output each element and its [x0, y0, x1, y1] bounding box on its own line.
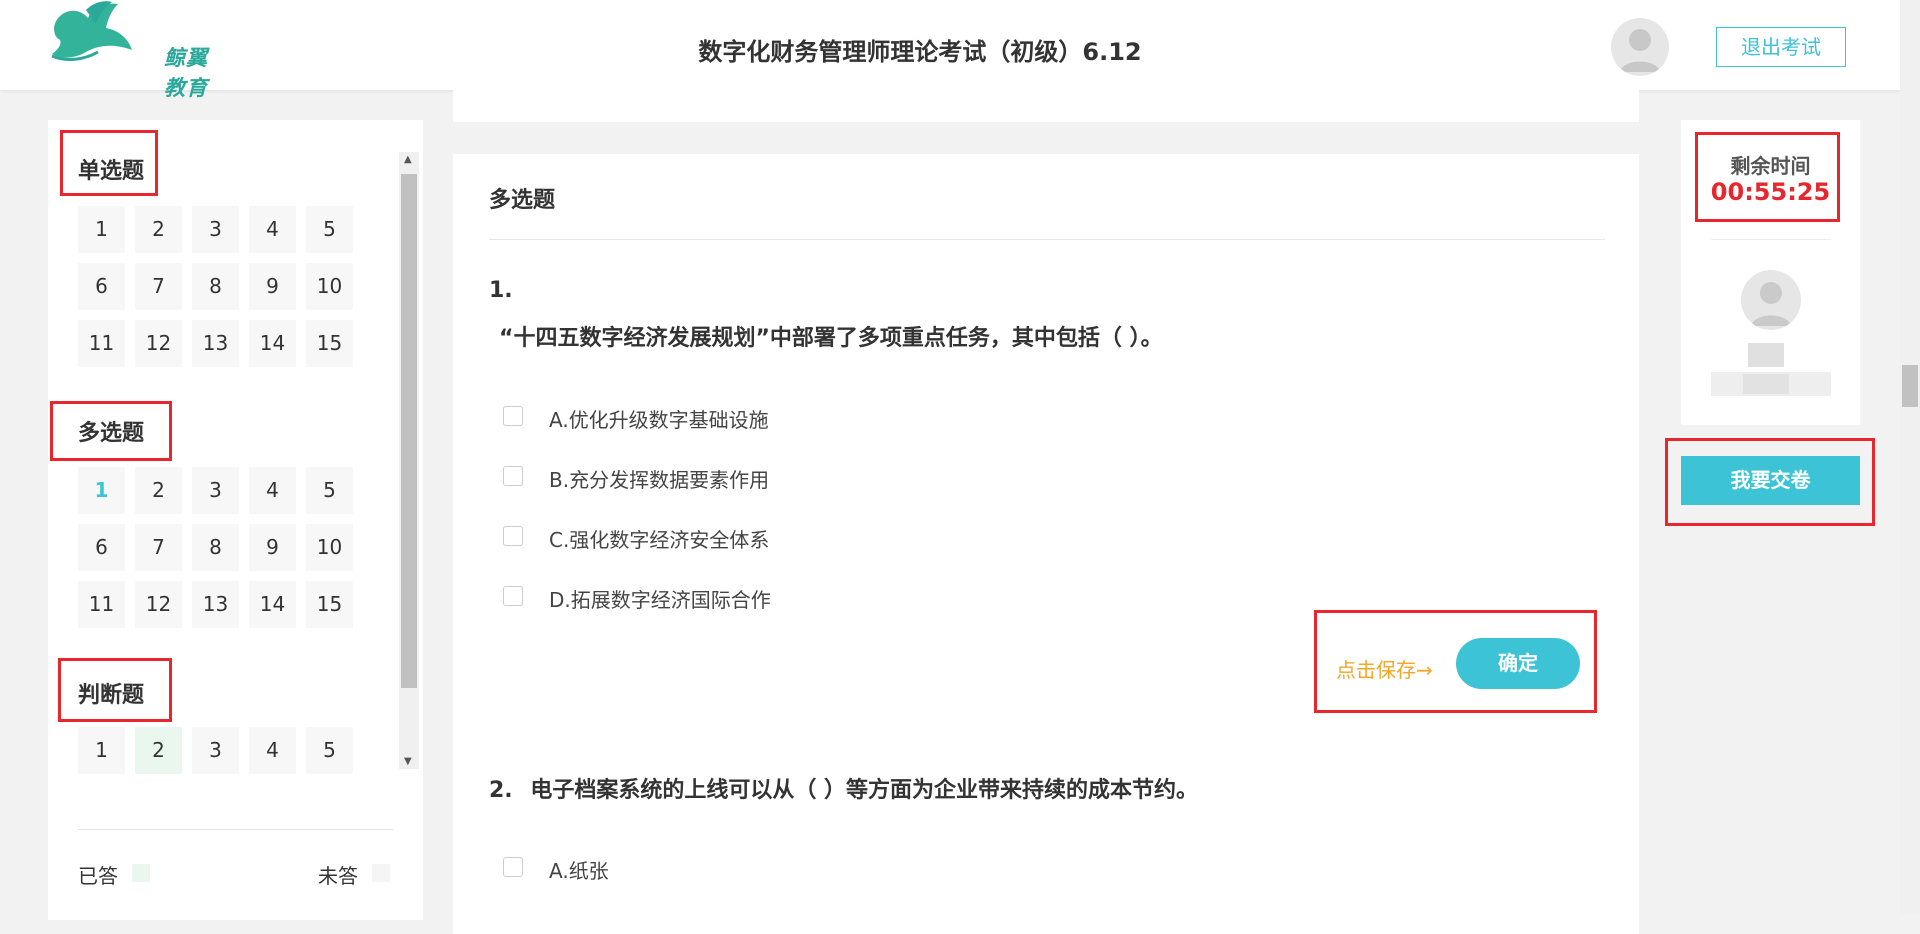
question-panel: 多选题 1. “十四五数字经济发展规划”中部署了多项重点任务，其中包括（ ）。 …	[453, 154, 1639, 934]
question-number-button[interactable]: 15	[306, 320, 353, 367]
option-label: B.充分发挥数据要素作用	[549, 468, 770, 492]
checkbox[interactable]	[503, 857, 523, 877]
checkbox[interactable]	[503, 466, 523, 486]
section-title-judgement: 判断题	[78, 683, 145, 708]
question-number-button[interactable]: 8	[192, 524, 239, 571]
exit-exam-button[interactable]: 退出考试	[1716, 27, 1846, 67]
question-number-button[interactable]: 6	[78, 263, 125, 310]
question-stem: “十四五数字经济发展规划”中部署了多项重点任务，其中包括（ ）。	[499, 326, 1163, 351]
question-number-button[interactable]: 12	[135, 320, 182, 367]
scrollbar-thumb[interactable]	[1902, 365, 1918, 407]
divider	[1711, 239, 1831, 240]
question-number-button[interactable]: 5	[306, 206, 353, 253]
scroll-down-icon[interactable]: ▼	[404, 756, 412, 767]
sidebar-scrollbar[interactable]: ▲ ▼	[399, 152, 419, 769]
question-number-button[interactable]: 2	[135, 727, 182, 774]
question-2-stem: 2. 电子档案系统的上线可以从（ ）等方面为企业带来持续的成本节约。	[489, 772, 1198, 804]
top-bar: 鲸翼教育 数字化财务管理师理论考试（初级）6.12 退出考试	[0, 0, 1900, 100]
question-number-button[interactable]: 8	[192, 263, 239, 310]
question-number-button[interactable]: 1	[78, 467, 125, 514]
question-number-button[interactable]: 9	[249, 263, 296, 310]
question-number-button[interactable]: 3	[192, 467, 239, 514]
option-label: C.强化数字经济安全体系	[549, 528, 770, 552]
option-label: A.纸张	[549, 859, 609, 883]
question-number-button[interactable]: 14	[249, 320, 296, 367]
question-number-button[interactable]: 14	[249, 581, 296, 628]
question-number-button[interactable]: 5	[306, 467, 353, 514]
question-number-button[interactable]: 11	[78, 581, 125, 628]
question-number-button[interactable]: 13	[192, 581, 239, 628]
scrollbar-thumb[interactable]	[401, 174, 417, 688]
divider	[78, 829, 393, 830]
section-heading: 多选题	[489, 188, 556, 213]
option-label: A.优化升级数字基础设施	[549, 408, 769, 432]
question-navigator: 单选题 1 2 3 4 5 6 7 8 9 10 11 12 13 14 15 多选题 1234567891…	[48, 120, 423, 920]
user-avatar[interactable]	[1611, 18, 1669, 76]
question-number-button[interactable]: 10	[306, 263, 353, 310]
checkbox[interactable]	[503, 526, 523, 546]
save-hint: 点击保存→	[1336, 658, 1433, 682]
question-number-button[interactable]: 9	[249, 524, 296, 571]
question-number-button[interactable]: 2	[135, 206, 182, 253]
question-number: 1.	[489, 278, 513, 303]
question-number-button[interactable]: 3	[192, 206, 239, 253]
previous-question-card	[453, 90, 1639, 122]
option-label: D.拓展数字经济国际合作	[549, 588, 771, 612]
checkbox[interactable]	[503, 586, 523, 606]
legend-answered-swatch	[132, 864, 150, 882]
question-number-button[interactable]: 12	[135, 581, 182, 628]
confirm-button[interactable]: 确定	[1456, 638, 1580, 689]
question-number-button[interactable]: 7	[135, 263, 182, 310]
question-number-button[interactable]: 1	[78, 727, 125, 774]
candidate-name-blurred	[1748, 343, 1784, 367]
divider	[489, 239, 1605, 240]
highlight-box	[1665, 438, 1875, 526]
question-number-button[interactable]: 6	[78, 524, 125, 571]
candidate-avatar	[1741, 270, 1801, 330]
question-number-button[interactable]: 1	[78, 206, 125, 253]
question-number-button[interactable]: 5	[306, 727, 353, 774]
question-number-button[interactable]: 4	[249, 727, 296, 774]
legend-answered-label: 已答	[78, 864, 118, 888]
avatar-icon	[1620, 29, 1660, 72]
section-title-multiple: 多选题	[78, 421, 145, 446]
question-number-button[interactable]: 4	[249, 206, 296, 253]
page-scrollbar[interactable]	[1900, 0, 1920, 914]
question-number-button[interactable]: 15	[306, 581, 353, 628]
question-number-button[interactable]: 11	[78, 320, 125, 367]
candidate-id-blurred	[1743, 374, 1789, 394]
legend-unanswered-swatch	[372, 864, 390, 882]
highlight-box	[1695, 132, 1840, 222]
section-title-single: 单选题	[78, 159, 145, 184]
question-number: 2.	[489, 778, 513, 803]
question-number-button[interactable]: 7	[135, 524, 182, 571]
question-number-button[interactable]: 3	[192, 727, 239, 774]
scroll-up-icon[interactable]: ▲	[404, 154, 412, 165]
question-number-button[interactable]: 10	[306, 524, 353, 571]
question-stem: 电子档案系统的上线可以从（ ）等方面为企业带来持续的成本节约。	[530, 778, 1199, 803]
question-number-button[interactable]: 4	[249, 467, 296, 514]
exam-title: 数字化财务管理师理论考试（初级）6.12	[698, 38, 1142, 66]
question-number-button[interactable]: 2	[135, 467, 182, 514]
question-number-button[interactable]: 13	[192, 320, 239, 367]
checkbox[interactable]	[503, 406, 523, 426]
avatar-icon	[1751, 282, 1791, 326]
legend-unanswered-label: 未答	[318, 864, 358, 888]
